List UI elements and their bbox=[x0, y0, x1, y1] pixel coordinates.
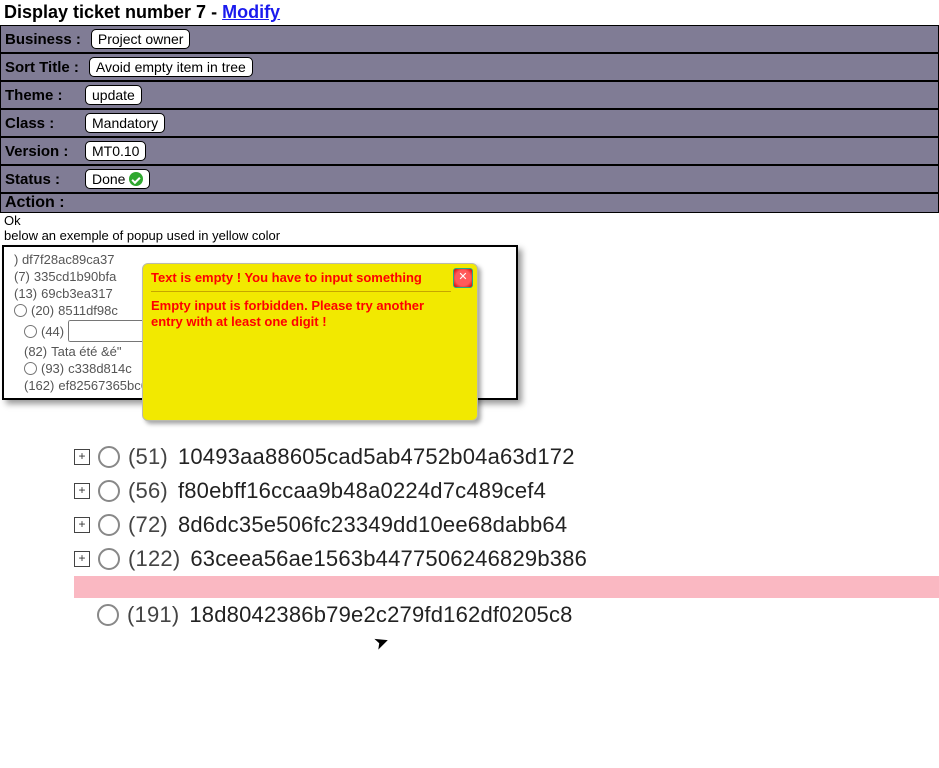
list-item[interactable]: + (122) 63ceea56ae1563b4477506246829b386 bbox=[74, 542, 939, 576]
tree-radio[interactable] bbox=[24, 325, 37, 338]
field-label: Sort Title : bbox=[5, 59, 79, 76]
radio-icon[interactable] bbox=[98, 480, 120, 502]
tree-text: 335cd1b90bfa bbox=[34, 269, 116, 284]
tree-text: c338d814c bbox=[68, 361, 132, 376]
field-label: Theme : bbox=[5, 87, 75, 104]
tree-id: (82) bbox=[24, 344, 47, 359]
field-value: MT0.10 bbox=[85, 141, 146, 161]
field-status: Status : Done bbox=[0, 165, 939, 193]
field-value: update bbox=[85, 85, 142, 105]
list-item[interactable]: (191) 18d8042386b79e2c279fd162df0205c8 bbox=[74, 598, 939, 632]
expand-icon[interactable]: + bbox=[74, 449, 90, 465]
modify-link[interactable]: Modify bbox=[222, 2, 280, 22]
item-id: (72) bbox=[128, 512, 168, 538]
field-version: Version : MT0.10 bbox=[0, 137, 939, 165]
tree-text: ) df7f28ac89ca37 bbox=[14, 252, 114, 267]
big-tree: + (51) 10493aa88605cad5ab4752b04a63d172 … bbox=[74, 440, 939, 632]
list-item[interactable]: + (72) 8d6dc35e506fc23349dd10ee68dabb64 bbox=[74, 508, 939, 542]
item-hash: f80ebff16ccaa9b48a0224d7c489cef4 bbox=[178, 478, 546, 504]
tree-radio[interactable] bbox=[24, 362, 37, 375]
cursor-icon: ➤ bbox=[371, 630, 392, 655]
expand-icon[interactable]: + bbox=[74, 551, 90, 567]
tree-id: (20) bbox=[31, 303, 54, 318]
check-icon bbox=[129, 172, 143, 186]
list-item-selected[interactable] bbox=[74, 576, 939, 598]
field-label: Business : bbox=[5, 31, 81, 48]
popup-body: Empty input is forbidden. Please try ano… bbox=[151, 298, 451, 331]
item-id: (191) bbox=[127, 602, 179, 628]
field-theme: Theme : update bbox=[0, 81, 939, 109]
item-id: (122) bbox=[128, 546, 180, 572]
field-business: Business : Project owner bbox=[0, 25, 939, 53]
field-label: Status : bbox=[5, 171, 75, 188]
radio-icon[interactable] bbox=[98, 514, 120, 536]
item-hash: 63ceea56ae1563b4477506246829b386 bbox=[190, 546, 587, 572]
radio-icon[interactable] bbox=[97, 604, 119, 626]
status-text: Done bbox=[92, 171, 125, 187]
popup-screenshot: ) df7f28ac89ca37 (7) 335cd1b90bfa (13) 69c… bbox=[2, 245, 518, 400]
tree-id: (13) bbox=[14, 286, 37, 301]
field-class: Class : Mandatory bbox=[0, 109, 939, 137]
tree-text: 69cb3ea317 bbox=[41, 286, 113, 301]
tree-radio[interactable] bbox=[14, 304, 27, 317]
item-id: (51) bbox=[128, 444, 168, 470]
item-hash: 18d8042386b79e2c279fd162df0205c8 bbox=[189, 602, 572, 628]
example-note: below an exemple of popup used in yellow… bbox=[0, 228, 939, 243]
close-icon[interactable]: ✕ bbox=[453, 268, 473, 288]
expand-icon[interactable]: + bbox=[74, 483, 90, 499]
field-value: Project owner bbox=[91, 29, 191, 49]
radio-icon[interactable] bbox=[98, 548, 120, 570]
tree-id: (44) bbox=[41, 324, 64, 339]
page-title: Display ticket number 7 - Modify bbox=[0, 0, 939, 25]
item-hash: 8d6dc35e506fc23349dd10ee68dabb64 bbox=[178, 512, 567, 538]
field-value: Avoid empty item in tree bbox=[89, 57, 253, 77]
tree-id: (93) bbox=[41, 361, 64, 376]
tree-text: 8511df98c bbox=[58, 303, 118, 318]
field-label: Class : bbox=[5, 115, 75, 132]
tree-text: Tata été &é" bbox=[51, 344, 121, 359]
ok-text: Ok bbox=[0, 213, 939, 228]
action-header: Action : bbox=[0, 193, 939, 213]
warning-popup: ✕ Text is empty ! You have to input some… bbox=[142, 263, 478, 421]
field-label: Version : bbox=[5, 143, 75, 160]
popup-title: Text is empty ! You have to input someth… bbox=[151, 270, 451, 292]
list-item[interactable]: + (56) f80ebff16ccaa9b48a0224d7c489cef4 bbox=[74, 474, 939, 508]
tree-id: (7) bbox=[14, 269, 30, 284]
item-hash: 10493aa88605cad5ab4752b04a63d172 bbox=[178, 444, 575, 470]
expand-icon[interactable]: + bbox=[74, 517, 90, 533]
tree-id: (162) bbox=[24, 378, 54, 393]
field-value: Mandatory bbox=[85, 113, 165, 133]
radio-icon[interactable] bbox=[98, 446, 120, 468]
title-text: Display ticket number 7 - bbox=[4, 2, 222, 22]
list-item[interactable]: + (51) 10493aa88605cad5ab4752b04a63d172 bbox=[74, 440, 939, 474]
field-value: Done bbox=[85, 169, 150, 189]
field-sort-title: Sort Title : Avoid empty item in tree bbox=[0, 53, 939, 81]
item-id: (56) bbox=[128, 478, 168, 504]
